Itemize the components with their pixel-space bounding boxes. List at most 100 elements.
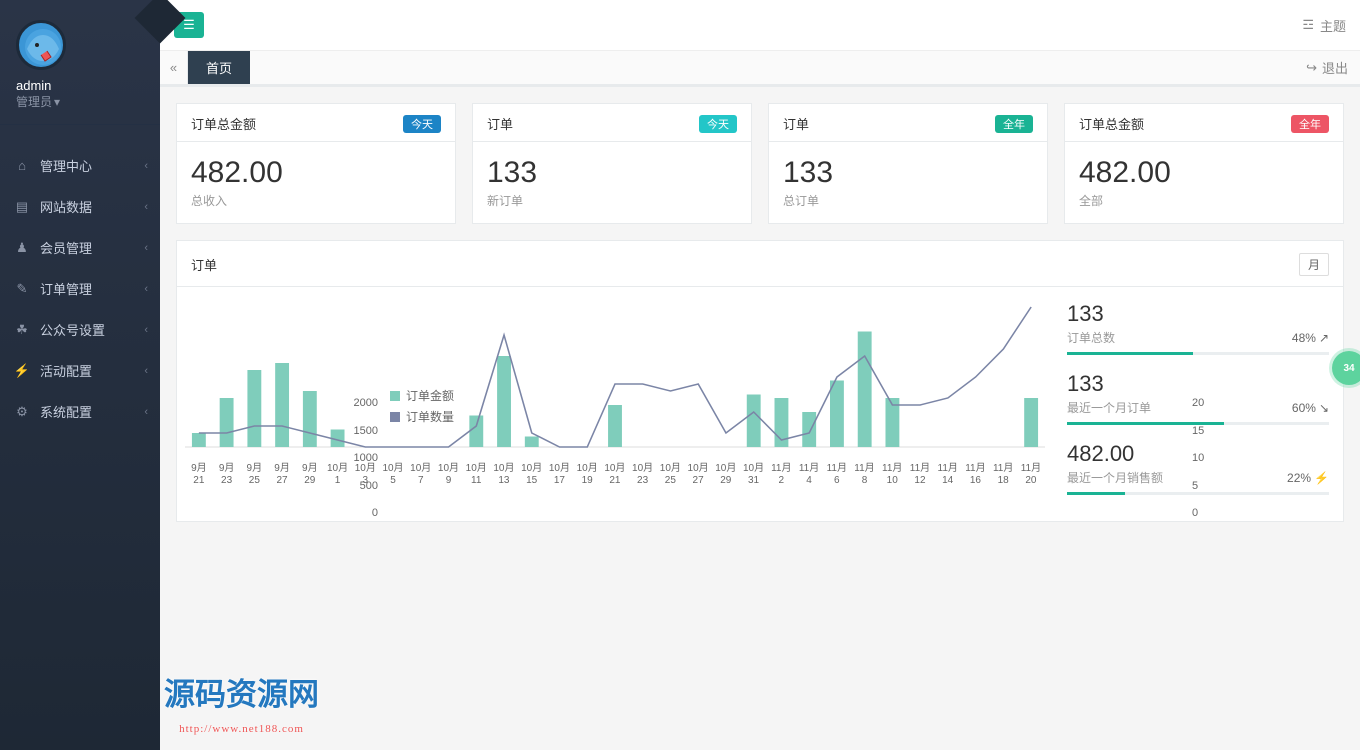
period-selector[interactable]: 月 <box>1299 253 1329 276</box>
topbar: ☰ ☲ 主题 <box>160 0 1360 51</box>
legend-swatch-bars <box>390 391 400 401</box>
card-title: 订单总金额 <box>191 114 256 133</box>
x-tick: 11月2 <box>767 460 795 487</box>
x-tick: 11月4 <box>795 460 823 487</box>
avatar <box>16 20 66 70</box>
x-tick: 10月9 <box>435 460 463 487</box>
theme-label: 主题 <box>1320 16 1346 35</box>
tab-home[interactable]: 首页 <box>188 51 250 84</box>
chevron-left-icon: ‹ <box>144 160 148 172</box>
stat-label: 订单总数 <box>1067 329 1115 346</box>
logout-label: 退出 <box>1322 58 1348 77</box>
sidebar-item-label: 公众号设置 <box>40 320 105 339</box>
floating-badge[interactable]: 34 <box>1332 351 1360 385</box>
sidebar-item-0[interactable]: ⌂ 管理中心 ‹ <box>0 145 160 186</box>
x-tick: 9月25 <box>240 460 268 487</box>
x-tick: 10月13 <box>490 460 518 487</box>
chart-legend: 订单金额 订单数量 <box>390 387 454 425</box>
sidebar-user-block: admin 管理员 ▾ <box>0 0 160 125</box>
user-role-dropdown[interactable]: 管理员 ▾ <box>16 93 160 110</box>
sidebar-nav: ⌂管理中心‹▤网站数据‹♟会员管理‹✎订单管理‹☘公众号设置‹⚡活动配置‹⚙系统… <box>0 145 160 432</box>
card-subtitle: 新订单 <box>487 192 737 209</box>
stat-card-0: 订单总金额 今天 482.00 总收入 <box>176 103 456 224</box>
x-tick: 10月7 <box>407 460 435 487</box>
sidebar-item-label: 活动配置 <box>40 361 92 380</box>
sidebar-item-5[interactable]: ⚡活动配置‹ <box>0 350 160 391</box>
stat-cards-row: 订单总金额今天482.00总收入订单今天133新订单订单全年133总订单订单总金… <box>176 103 1344 224</box>
panel-title: 订单 <box>191 255 217 274</box>
chevron-left-icon: ‹ <box>144 406 148 418</box>
bolt-icon: ⚡ <box>14 363 30 379</box>
dashboard-icon: ⌂ <box>14 158 30 173</box>
x-tick: 10月27 <box>684 460 712 487</box>
trend-icon: ⚡ <box>1314 471 1329 485</box>
logout-button[interactable]: ↪ 退出 <box>1294 51 1360 84</box>
card-subtitle: 全部 <box>1079 192 1329 209</box>
x-tick: 10月29 <box>712 460 740 487</box>
sidebar-item-4[interactable]: ☘公众号设置‹ <box>0 309 160 350</box>
x-tick: 11月14 <box>934 460 962 487</box>
x-tick: 11月20 <box>1017 460 1045 487</box>
x-tick: 9月29 <box>296 460 324 487</box>
card-title: 订单 <box>783 114 809 133</box>
x-tick: 10月23 <box>629 460 657 487</box>
gear-icon: ⚙ <box>14 404 30 420</box>
x-tick: 9月21 <box>185 460 213 487</box>
sidebar-item-1[interactable]: ▤网站数据‹ <box>0 186 160 227</box>
tab-home-label: 首页 <box>206 58 232 77</box>
card-title: 订单总金额 <box>1079 114 1144 133</box>
tab-prev-button[interactable]: « <box>160 51 188 84</box>
legend-swatch-line <box>390 412 400 422</box>
card-value: 133 <box>783 156 1033 190</box>
theme-switcher[interactable]: ☲ 主题 <box>1302 16 1346 35</box>
stat-card-3: 订单总金额 全年 482.00 全部 <box>1064 103 1344 224</box>
stat-card-1: 订单 今天 133 新订单 <box>472 103 752 224</box>
card-title: 订单 <box>487 114 513 133</box>
x-tick: 10月11 <box>462 460 490 487</box>
y-axis-right: 20151050 <box>1192 397 1212 519</box>
x-tick: 11月16 <box>962 460 990 487</box>
sidebar-item-2[interactable]: ♟会员管理‹ <box>0 227 160 268</box>
card-badge: 今天 <box>699 115 737 133</box>
edit-icon: ✎ <box>14 281 30 297</box>
legend-line: 订单数量 <box>406 408 454 425</box>
card-value: 482.00 <box>1079 156 1329 190</box>
hamburger-icon: ☰ <box>183 17 195 33</box>
card-value: 133 <box>487 156 737 190</box>
card-badge: 今天 <box>403 115 441 133</box>
stat-value: 133 <box>1067 301 1329 327</box>
chevron-left-icon: « <box>170 60 177 75</box>
sidebar-item-label: 管理中心 <box>40 156 92 175</box>
card-badge: 全年 <box>1291 115 1329 133</box>
sidebar-item-3[interactable]: ✎订单管理‹ <box>0 268 160 309</box>
x-tick: 10月25 <box>656 460 684 487</box>
sidebar-item-label: 系统配置 <box>40 402 92 421</box>
x-tick: 11月12 <box>906 460 934 487</box>
x-tick: 9月23 <box>213 460 241 487</box>
x-tick: 10月31 <box>740 460 768 487</box>
y-axis-left: 2000150010005000 <box>348 397 378 519</box>
card-subtitle: 总收入 <box>191 192 441 209</box>
logout-icon: ↪ <box>1306 60 1317 76</box>
x-tick: 11月18 <box>989 460 1017 487</box>
caret-down-icon: ▾ <box>54 95 60 109</box>
x-tick: 10月17 <box>546 460 574 487</box>
chart-icon: ▤ <box>14 199 30 215</box>
user-name: admin <box>16 78 160 93</box>
stat-card-2: 订单全年133总订单 <box>768 103 1048 224</box>
stat-value: 133 <box>1067 371 1329 397</box>
stat-label: 最近一个月销售额 <box>1067 469 1163 486</box>
sidebar: admin 管理员 ▾ ⌂管理中心‹▤网站数据‹♟会员管理‹✎订单管理‹☘公众号… <box>0 0 160 750</box>
leaf-icon: ☘ <box>14 322 30 338</box>
x-tick: 11月6 <box>823 460 851 487</box>
sidebar-item-label: 订单管理 <box>40 279 92 298</box>
sidebar-item-6[interactable]: ⚙ 系统配置 ‹ <box>0 391 160 432</box>
chevron-left-icon: ‹ <box>144 201 148 213</box>
stat-percent: 48% ↗ <box>1292 329 1329 346</box>
x-tick: 10月19 <box>573 460 601 487</box>
trend-icon: ↘ <box>1319 401 1329 415</box>
trend-icon: ↗ <box>1319 331 1329 345</box>
chevron-left-icon: ‹ <box>144 242 148 254</box>
card-value: 482.00 <box>191 156 441 190</box>
list-icon: ☲ <box>1302 17 1314 33</box>
